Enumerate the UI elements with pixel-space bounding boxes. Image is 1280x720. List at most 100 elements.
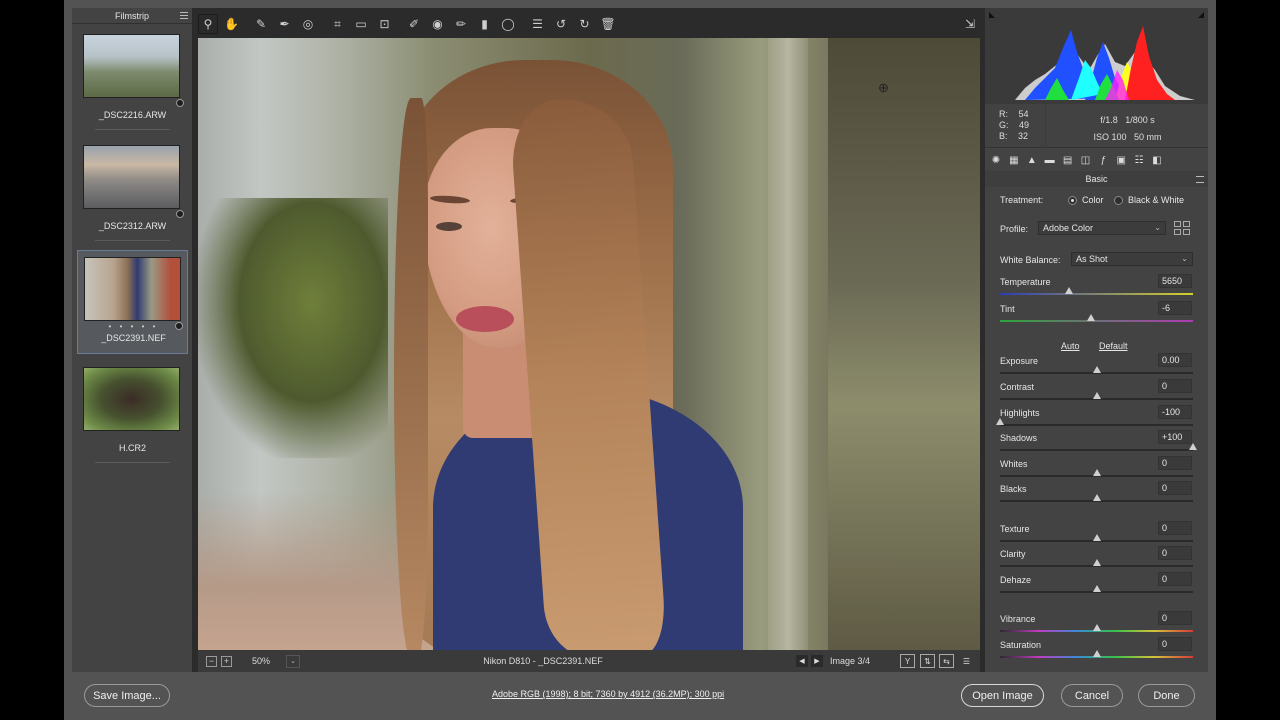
- zoom-level[interactable]: 50%: [252, 656, 286, 666]
- white-balance-value: As Shot: [1076, 254, 1108, 264]
- open-image-button[interactable]: Open Image: [961, 684, 1044, 707]
- preferences-icon[interactable]: ☰: [528, 14, 548, 34]
- effects-tab-icon[interactable]: ƒ: [1096, 153, 1110, 167]
- contrast-slider-handle[interactable]: [1092, 392, 1101, 399]
- rotate-right-icon[interactable]: ↻: [575, 14, 595, 34]
- lens-tab-icon[interactable]: ◫: [1078, 153, 1092, 167]
- whites-slider-handle[interactable]: [1092, 469, 1101, 476]
- clarity-value-field[interactable]: 0: [1158, 546, 1192, 560]
- tone-curve-tab-icon[interactable]: ▦: [1007, 153, 1021, 167]
- tint-slider-handle[interactable]: [1086, 314, 1095, 321]
- profile-select[interactable]: Adobe Color ⌄: [1038, 221, 1166, 235]
- filmstrip-item[interactable]: _DSC2312.ARW: [77, 139, 188, 243]
- shadows-slider-handle[interactable]: [1189, 443, 1197, 450]
- snapshots-tab-icon[interactable]: ◧: [1150, 153, 1164, 167]
- radial-filter-icon[interactable]: ◯: [498, 14, 518, 34]
- rotate-left-icon[interactable]: ↺: [551, 14, 571, 34]
- clarity-slider-handle[interactable]: [1092, 559, 1101, 566]
- edit-badge-icon: [176, 210, 184, 218]
- dehaze-slider-handle[interactable]: [1092, 585, 1101, 592]
- shadows-value-field[interactable]: +100: [1158, 430, 1192, 444]
- graduated-filter-icon[interactable]: ▮: [475, 14, 495, 34]
- saturation-slider-handle[interactable]: [1092, 650, 1101, 657]
- temperature-slider-track[interactable]: [1000, 293, 1193, 295]
- tint-label: Tint: [1000, 304, 1015, 314]
- default-link[interactable]: Default: [1099, 341, 1128, 351]
- treatment-color-radio[interactable]: [1068, 196, 1077, 205]
- exposure-value-field[interactable]: 0.00: [1158, 353, 1192, 367]
- saturation-value-field[interactable]: 0: [1158, 637, 1192, 651]
- whites-value-field[interactable]: 0: [1158, 456, 1192, 470]
- camera-raw-window: Filmstrip _DSC2216.ARW _DSC2312.ARW • • …: [64, 0, 1216, 720]
- trash-icon[interactable]: 🗑: [598, 14, 618, 34]
- treatment-bw-radio[interactable]: [1114, 196, 1123, 205]
- filmstrip-item[interactable]: H.CR2: [77, 361, 188, 465]
- next-image-button[interactable]: ▶: [811, 655, 823, 667]
- auto-link[interactable]: Auto: [1061, 341, 1080, 351]
- dehaze-value-field[interactable]: 0: [1158, 572, 1192, 586]
- spot-removal-icon[interactable]: ✐: [404, 14, 424, 34]
- red-label: R:: [999, 109, 1008, 119]
- split-toning-tab-icon[interactable]: ▤: [1061, 153, 1075, 167]
- transform-icon[interactable]: ⊡: [375, 14, 395, 34]
- before-after-view-button[interactable]: Y: [900, 654, 915, 668]
- vibrance-slider-handle[interactable]: [1092, 624, 1101, 631]
- swap-settings-button[interactable]: ⇅: [920, 654, 935, 668]
- straighten-icon[interactable]: ▭: [351, 14, 371, 34]
- cancel-button[interactable]: Cancel: [1061, 684, 1123, 707]
- export-icon[interactable]: ⇲: [960, 14, 980, 34]
- color-sampler-icon[interactable]: ✒: [275, 14, 295, 34]
- blacks-label: Blacks: [1000, 484, 1027, 494]
- filmstrip-menu-icon[interactable]: [180, 12, 188, 19]
- white-balance-select[interactable]: As Shot ⌄: [1071, 252, 1193, 266]
- blacks-slider-handle[interactable]: [1092, 494, 1101, 501]
- detail-tab-icon[interactable]: ▲: [1025, 153, 1039, 167]
- chevron-down-icon[interactable]: ⌄: [286, 654, 300, 668]
- zoom-cursor-icon: ⊕: [878, 80, 889, 95]
- zoom-icon[interactable]: ⚲: [198, 14, 218, 34]
- save-image-button[interactable]: Save Image...: [84, 684, 170, 707]
- hsl-tab-icon[interactable]: ▬: [1043, 153, 1057, 167]
- tint-slider-track[interactable]: [1000, 320, 1193, 322]
- image-count: Image 3/4: [830, 656, 871, 666]
- texture-slider-handle[interactable]: [1092, 534, 1101, 541]
- temperature-value-field[interactable]: 5650: [1158, 274, 1192, 288]
- highlights-slider-track[interactable]: [1000, 424, 1193, 426]
- copy-settings-button[interactable]: ⇆: [939, 654, 954, 668]
- image-preview[interactable]: ⊕: [198, 38, 980, 650]
- filmstrip-item[interactable]: _DSC2216.ARW: [77, 28, 188, 132]
- settings-toggle-button[interactable]: ☰: [959, 654, 974, 668]
- hand-icon[interactable]: ✋: [222, 14, 242, 34]
- exposure-slider-handle[interactable]: [1092, 366, 1101, 373]
- adjustment-brush-icon[interactable]: ✏: [451, 14, 471, 34]
- treatment-color-label[interactable]: Color: [1082, 195, 1104, 205]
- highlights-value-field[interactable]: -100: [1158, 405, 1192, 419]
- zoom-in-button[interactable]: +: [221, 655, 232, 667]
- filmstrip-item-selected[interactable]: • • • • • _DSC2391.NEF: [77, 250, 188, 354]
- zoom-out-button[interactable]: −: [206, 655, 217, 667]
- done-button[interactable]: Done: [1138, 684, 1195, 707]
- filmstrip-item-name: _DSC2216.ARW: [98, 110, 167, 120]
- blacks-value-field[interactable]: 0: [1158, 481, 1192, 495]
- treatment-bw-label[interactable]: Black & White: [1128, 195, 1184, 205]
- vibrance-value-field[interactable]: 0: [1158, 611, 1192, 625]
- highlights-slider-handle[interactable]: [996, 418, 1004, 425]
- previous-image-button[interactable]: ◀: [796, 655, 808, 667]
- temperature-slider-handle[interactable]: [1065, 287, 1074, 294]
- star-rating[interactable]: • • • • •: [78, 322, 189, 331]
- contrast-value-field[interactable]: 0: [1158, 379, 1192, 393]
- workflow-options-link[interactable]: Adobe RGB (1998); 8 bit; 7360 by 4912 (3…: [492, 689, 724, 699]
- presets-tab-icon[interactable]: ☷: [1132, 153, 1146, 167]
- targeted-adjustment-icon[interactable]: ◎: [298, 14, 318, 34]
- calibration-tab-icon[interactable]: ▣: [1114, 153, 1128, 167]
- shadows-slider-track[interactable]: [1000, 449, 1193, 451]
- red-eye-icon[interactable]: ◉: [428, 14, 448, 34]
- crop-icon[interactable]: ⌗: [328, 14, 348, 34]
- profile-browser-icon[interactable]: [1174, 221, 1190, 235]
- chevron-down-icon: ⌄: [1154, 223, 1161, 232]
- texture-value-field[interactable]: 0: [1158, 521, 1192, 535]
- white-balance-icon[interactable]: ✎: [251, 14, 271, 34]
- basic-tab-icon[interactable]: ✺: [989, 153, 1003, 167]
- panel-menu-icon[interactable]: [1196, 176, 1204, 183]
- tint-value-field[interactable]: -6: [1158, 301, 1192, 315]
